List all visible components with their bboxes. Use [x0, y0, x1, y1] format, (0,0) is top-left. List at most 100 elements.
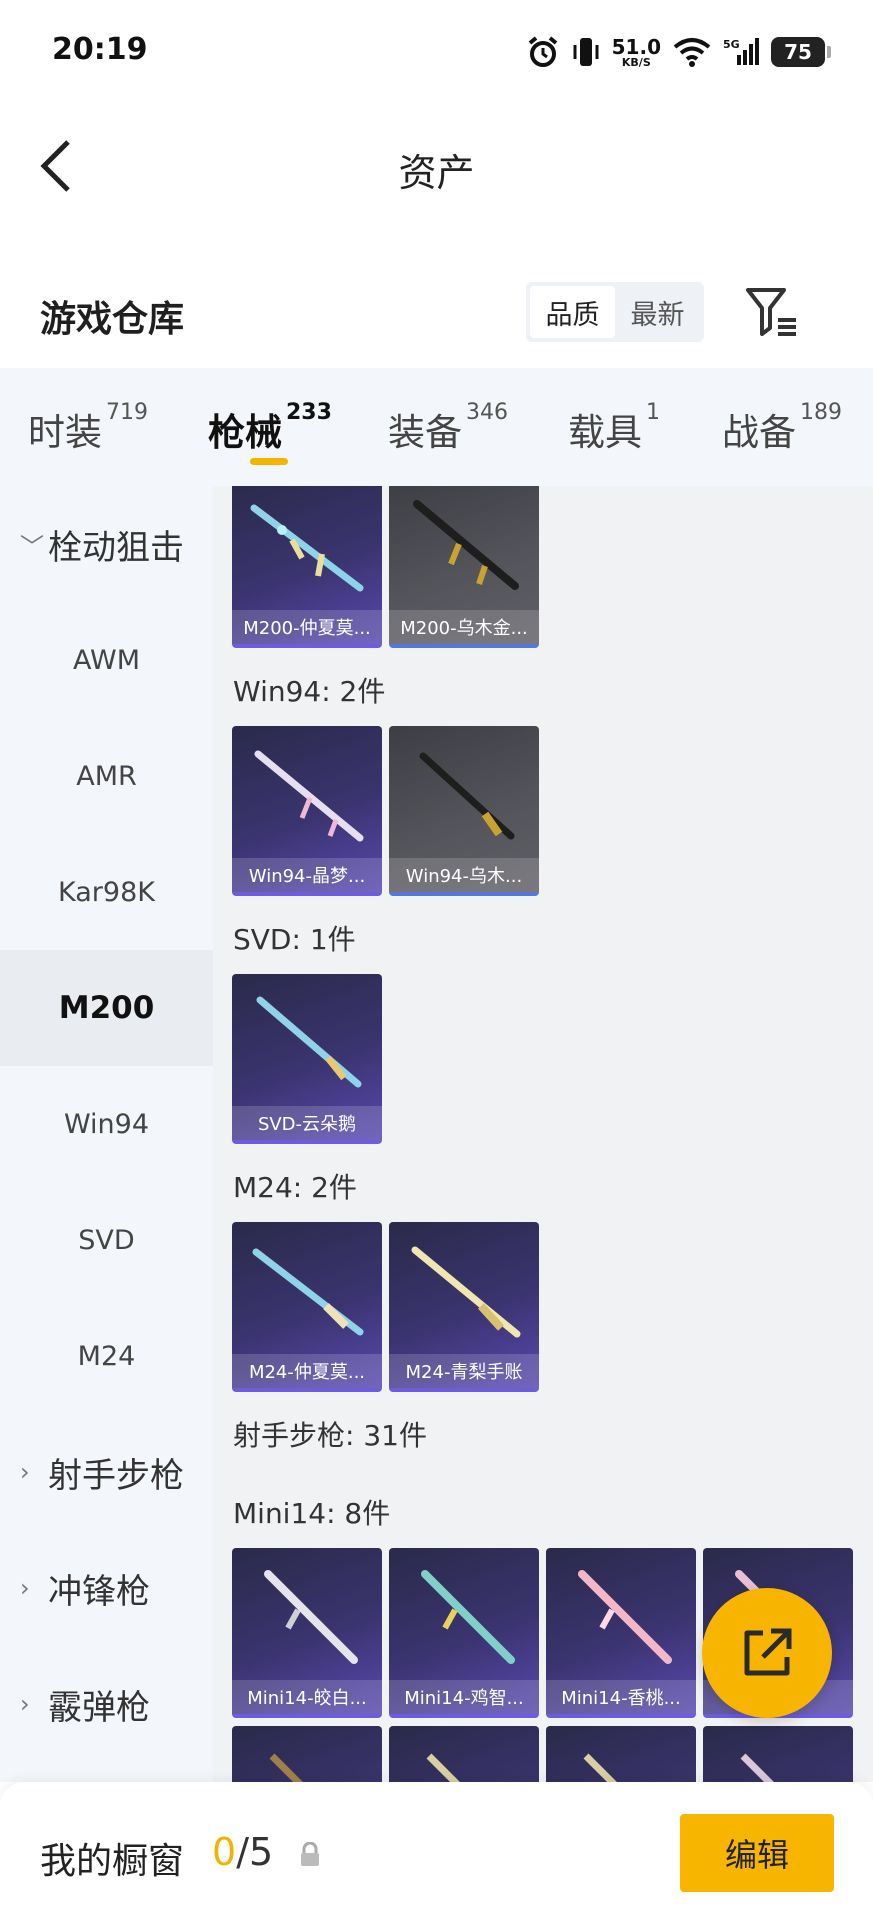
group-label-m24: M24: 2件 — [233, 1171, 357, 1204]
weapon-card[interactable]: M24-仲夏莫... — [232, 1222, 382, 1392]
weapon-card-name: M200-仲夏莫... — [232, 610, 382, 644]
rifle-image — [583, 1753, 617, 1782]
showcase-label: 我的橱窗 — [40, 1841, 185, 1882]
vibrate-icon — [573, 38, 599, 66]
tab-vehicles[interactable]: 载具 1 — [568, 400, 660, 456]
sidebar-group-marksman[interactable]: › 射手步枪 — [0, 1414, 213, 1530]
group-label-svd: SVD: 1件 — [233, 923, 356, 956]
rifle-image — [254, 750, 364, 842]
sidebar-item-win94[interactable]: Win94 — [0, 1066, 213, 1182]
sidebar-group-smg[interactable]: › 冲锋枪 — [0, 1530, 213, 1646]
weapon-card[interactable]: Mini14-鸡智... — [389, 1548, 539, 1718]
showcase-separator: / — [236, 1830, 249, 1874]
sidebar-group-label: 栓动狙击 — [48, 527, 184, 568]
weapon-card-name: SVD-云朵鹅 — [232, 1106, 382, 1140]
chevron-right-icon: › — [20, 1458, 30, 1486]
group-label-mini14: Mini14: 8件 — [233, 1497, 391, 1530]
group-label-win94: Win94: 2件 — [233, 675, 386, 708]
section-header: 游戏仓库 品质 最新 — [0, 268, 873, 368]
weapon-card[interactable] — [232, 1726, 382, 1782]
tab-label: 战备 — [722, 411, 796, 454]
network-speed: 51.0 KB/S — [612, 37, 661, 68]
tab-equipment[interactable]: 装备 346 — [388, 400, 508, 456]
rifle-image — [264, 1570, 358, 1664]
weapon-card-name: Mini14-鸡智... — [389, 1680, 539, 1714]
weapon-card-name: Win94-乌木... — [389, 858, 539, 892]
signal-icon: 5G — [723, 38, 759, 65]
weapon-card[interactable]: Win94-晶梦... — [232, 726, 382, 896]
page-title: 资产 — [398, 151, 475, 195]
speed-unit: KB/S — [621, 55, 651, 69]
showcase-current: 0 — [212, 1830, 237, 1874]
sidebar-item-awm[interactable]: AWM — [0, 602, 213, 718]
group-label-marksman: 射手步枪: 31件 — [233, 1419, 427, 1452]
sidebar-item-svd[interactable]: SVD — [0, 1182, 213, 1298]
sidebar-item-kar98k[interactable]: Kar98K — [0, 834, 213, 950]
weapon-card[interactable]: M200-乌木金... — [389, 486, 539, 648]
rifle-image — [269, 1753, 303, 1782]
weapon-card[interactable] — [546, 1726, 696, 1782]
weapon-card-name: M24-仲夏莫... — [232, 1354, 382, 1388]
tab-label: 时装 — [28, 411, 102, 454]
rifle-image — [413, 500, 519, 590]
sort-newest-button[interactable]: 最新 — [615, 286, 700, 338]
active-tab-indicator — [250, 458, 288, 465]
showcase-bar: 我的橱窗 0/5 编辑 — [0, 1782, 873, 1920]
speed-value: 51.0 — [611, 34, 661, 59]
chevron-down-icon: ﹀ — [20, 532, 44, 561]
external-link-icon — [744, 1628, 792, 1676]
section-title: 游戏仓库 — [40, 299, 185, 340]
sidebar-item-amr[interactable]: AMR — [0, 718, 213, 834]
category-tabs: 时装 719 枪械 233 装备 346 载具 1 战备 189 — [0, 368, 873, 486]
tab-count: 346 — [466, 400, 508, 425]
tab-count: 1 — [646, 400, 660, 425]
rifle-image — [421, 1570, 515, 1664]
sidebar-group-shotgun[interactable]: › 霰弹枪 — [0, 1646, 213, 1762]
sidebar-item-m200[interactable]: M200 — [0, 950, 213, 1066]
weapon-card[interactable]: M200-仲夏莫... — [232, 486, 382, 648]
weapon-card[interactable]: Mini14-香桃... — [546, 1548, 696, 1718]
showcase-max: 5 — [249, 1830, 274, 1874]
lock-icon — [301, 1842, 319, 1866]
status-time: 20:19 — [52, 32, 148, 67]
status-icons: 51.0 KB/S 5G 75 — [526, 30, 831, 74]
edit-button[interactable]: 编辑 — [680, 1814, 834, 1892]
rifle-image — [426, 1753, 460, 1782]
network-type: 5G — [723, 38, 740, 51]
tab-weapons[interactable]: 枪械 233 — [208, 400, 332, 456]
tab-supplies[interactable]: 战备 189 — [722, 400, 842, 456]
nav-bar: 资产 — [0, 104, 873, 228]
sidebar-item-m24[interactable]: M24 — [0, 1298, 213, 1414]
sidebar-group-label: 射手步枪 — [48, 1455, 184, 1496]
weapon-category-sidebar: ﹀ 栓动狙击 AWM AMR Kar98K M200 Win94 SVD M24… — [0, 486, 213, 1782]
share-floating-button[interactable] — [702, 1588, 832, 1718]
weapon-card[interactable]: Win94-乌木... — [389, 726, 539, 896]
tab-label: 装备 — [388, 411, 462, 454]
rifle-image — [256, 996, 362, 1088]
chevron-right-icon: › — [20, 1574, 30, 1602]
sort-quality-button[interactable]: 品质 — [530, 286, 615, 338]
weapon-card[interactable]: SVD-云朵鹅 — [232, 974, 382, 1144]
rifle-image — [419, 752, 515, 840]
weapon-card[interactable]: M24-青梨手账 — [389, 1222, 539, 1392]
filter-icon[interactable] — [744, 284, 800, 340]
tab-fashion[interactable]: 时装 719 — [28, 400, 148, 456]
sidebar-group-bolt-sniper[interactable]: ﹀ 栓动狙击 — [0, 486, 213, 602]
tab-count: 233 — [286, 400, 332, 425]
weapon-card-name: M24-青梨手账 — [389, 1354, 539, 1388]
weapon-card-name: M200-乌木金... — [389, 610, 539, 644]
tab-label: 载具 — [568, 411, 642, 454]
rifle-image — [411, 1246, 521, 1338]
battery-indicator: 75 — [771, 37, 831, 67]
tab-count: 189 — [800, 400, 842, 425]
weapon-card-name: Mini14-皎白... — [232, 1680, 382, 1714]
weapon-card[interactable] — [389, 1726, 539, 1782]
weapon-card-name: Win94-晶梦... — [232, 858, 382, 892]
weapon-card[interactable]: Mini14-皎白... — [232, 1548, 382, 1718]
weapon-card[interactable] — [703, 1726, 853, 1782]
chevron-right-icon: › — [20, 1690, 30, 1718]
sidebar-group-label: 冲锋枪 — [48, 1571, 150, 1612]
rifle-image — [250, 504, 364, 592]
tab-label: 枪械 — [208, 411, 282, 454]
alarm-icon — [528, 36, 557, 67]
